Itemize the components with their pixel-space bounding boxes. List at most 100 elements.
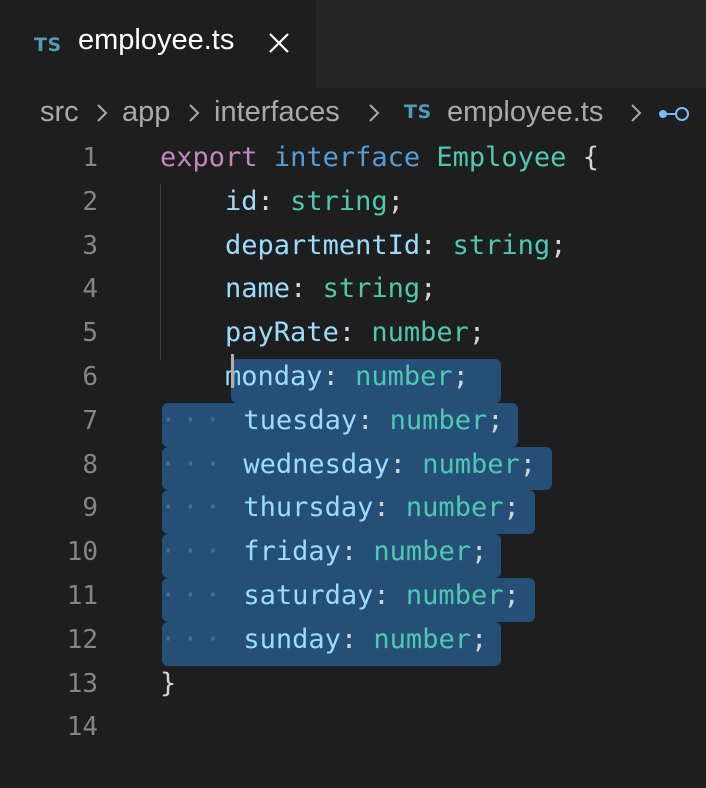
- colon: :: [420, 229, 437, 261]
- property-name: saturday: [243, 580, 374, 611]
- code-line: ··· saturday: number;: [160, 580, 520, 611]
- line-number: 10: [66, 537, 98, 568]
- whitespace-marker: ···: [160, 580, 228, 611]
- semicolon: ;: [470, 623, 488, 655]
- property-type: number: [371, 317, 469, 349]
- line-number: 1: [82, 143, 98, 173]
- semicolon: ;: [519, 448, 536, 480]
- whitespace-marker: ···: [160, 404, 228, 436]
- property-type: number: [389, 404, 488, 436]
- keyword: export: [160, 142, 258, 173]
- brace: {: [582, 142, 599, 173]
- colon: :: [257, 185, 274, 217]
- colon: :: [357, 404, 374, 436]
- semicolon: ;: [468, 317, 486, 349]
- code-editor[interactable]: 1 2 3 4 5 6 7 8 9 10 11 12 13 14 export interface Emp…: [0, 140, 706, 788]
- code-line: departmentId: string;: [160, 230, 566, 261]
- chevron-right-icon: [631, 104, 642, 122]
- colon: :: [290, 273, 307, 305]
- brace: }: [160, 667, 177, 699]
- tab-employee-ts[interactable]: TS employee.ts: [0, 0, 316, 88]
- chevron-right-icon: [189, 104, 200, 122]
- property-type: number: [405, 492, 504, 524]
- typescript-file-icon: TS: [404, 101, 432, 123]
- tab-title: employee.ts: [78, 24, 235, 56]
- line-number: 12: [66, 624, 98, 655]
- property-name: name: [225, 273, 291, 305]
- whitespace-marker: ···: [160, 492, 228, 524]
- code-line: ··· tuesday: number;: [160, 405, 503, 436]
- line-number: 2: [82, 186, 98, 217]
- colon: :: [389, 448, 406, 480]
- semicolon: ;: [550, 229, 567, 261]
- code-line: monday: number;: [160, 361, 469, 392]
- breadcrumb-item-file[interactable]: employee.ts: [447, 96, 603, 129]
- whitespace-marker: ···: [160, 536, 228, 568]
- code-line: }: [160, 668, 176, 699]
- code-line: payRate: number;: [160, 317, 485, 348]
- property-type: string: [322, 273, 421, 305]
- line-number: 14: [66, 712, 98, 743]
- semicolon: ;: [503, 580, 520, 611]
- line-number: 11: [66, 581, 98, 611]
- colon: :: [322, 361, 339, 392]
- property-type: number: [373, 623, 471, 655]
- property-type: number: [422, 448, 520, 480]
- code-line: name: string;: [160, 273, 436, 304]
- breadcrumb-item-interfaces[interactable]: interfaces: [214, 96, 340, 129]
- line-number: 3: [82, 230, 98, 261]
- semicolon: ;: [452, 361, 469, 392]
- whitespace-marker: ···: [160, 448, 228, 480]
- line-number: 4: [82, 274, 98, 305]
- code-line: ··· friday: number;: [160, 536, 487, 567]
- line-number: 8: [82, 449, 98, 480]
- breadcrumb-item-src[interactable]: src: [40, 96, 79, 129]
- code-line: ··· wednesday: number;: [160, 449, 536, 480]
- code-line: ··· sunday: number;: [160, 624, 487, 655]
- whitespace-marker: ···: [160, 623, 228, 655]
- property-name: tuesday: [243, 404, 358, 436]
- colon: :: [373, 580, 390, 611]
- interface-name: Employee: [436, 142, 567, 173]
- tab-bar: TS employee.ts: [0, 0, 706, 88]
- property-name: id: [225, 185, 258, 217]
- symbol-field-icon[interactable]: [656, 104, 692, 124]
- colon: :: [373, 492, 390, 524]
- chevron-right-icon: [369, 104, 380, 122]
- line-number: 13: [66, 668, 98, 699]
- breadcrumb: src app interfaces TS employee.ts: [0, 88, 706, 140]
- semicolon: ;: [503, 492, 520, 524]
- chevron-right-icon: [97, 104, 108, 122]
- colon: :: [340, 623, 358, 655]
- property-type: number: [373, 536, 471, 568]
- semicolon: ;: [387, 185, 404, 217]
- keyword: interface: [273, 142, 421, 173]
- line-number: 9: [82, 493, 98, 524]
- property-type: string: [290, 185, 388, 217]
- colon: :: [340, 536, 358, 568]
- line-number: 5: [82, 318, 98, 349]
- property-type: number: [405, 580, 504, 611]
- semicolon: ;: [470, 536, 488, 568]
- line-number: 6: [82, 362, 98, 392]
- property-name: wednesday: [243, 448, 390, 480]
- text-cursor: [231, 354, 234, 388]
- close-icon[interactable]: [266, 30, 292, 56]
- property-name: monday: [225, 361, 323, 392]
- breadcrumb-item-app[interactable]: app: [122, 96, 170, 129]
- property-name: thursday: [243, 492, 374, 524]
- code-line: id: string;: [160, 186, 404, 217]
- property-name: sunday: [243, 623, 341, 655]
- code-line: export interface Employee {: [160, 142, 599, 173]
- typescript-file-icon: TS: [34, 34, 62, 56]
- property-name: departmentId: [225, 229, 421, 261]
- property-name: friday: [243, 536, 341, 568]
- colon: :: [338, 317, 356, 349]
- property-type: number: [355, 361, 453, 392]
- semicolon: ;: [420, 273, 437, 305]
- property-type: string: [452, 229, 551, 261]
- semicolon: ;: [487, 404, 504, 436]
- code-line: ··· thursday: number;: [160, 492, 520, 523]
- line-number: 7: [82, 405, 98, 436]
- property-name: payRate: [225, 317, 339, 349]
